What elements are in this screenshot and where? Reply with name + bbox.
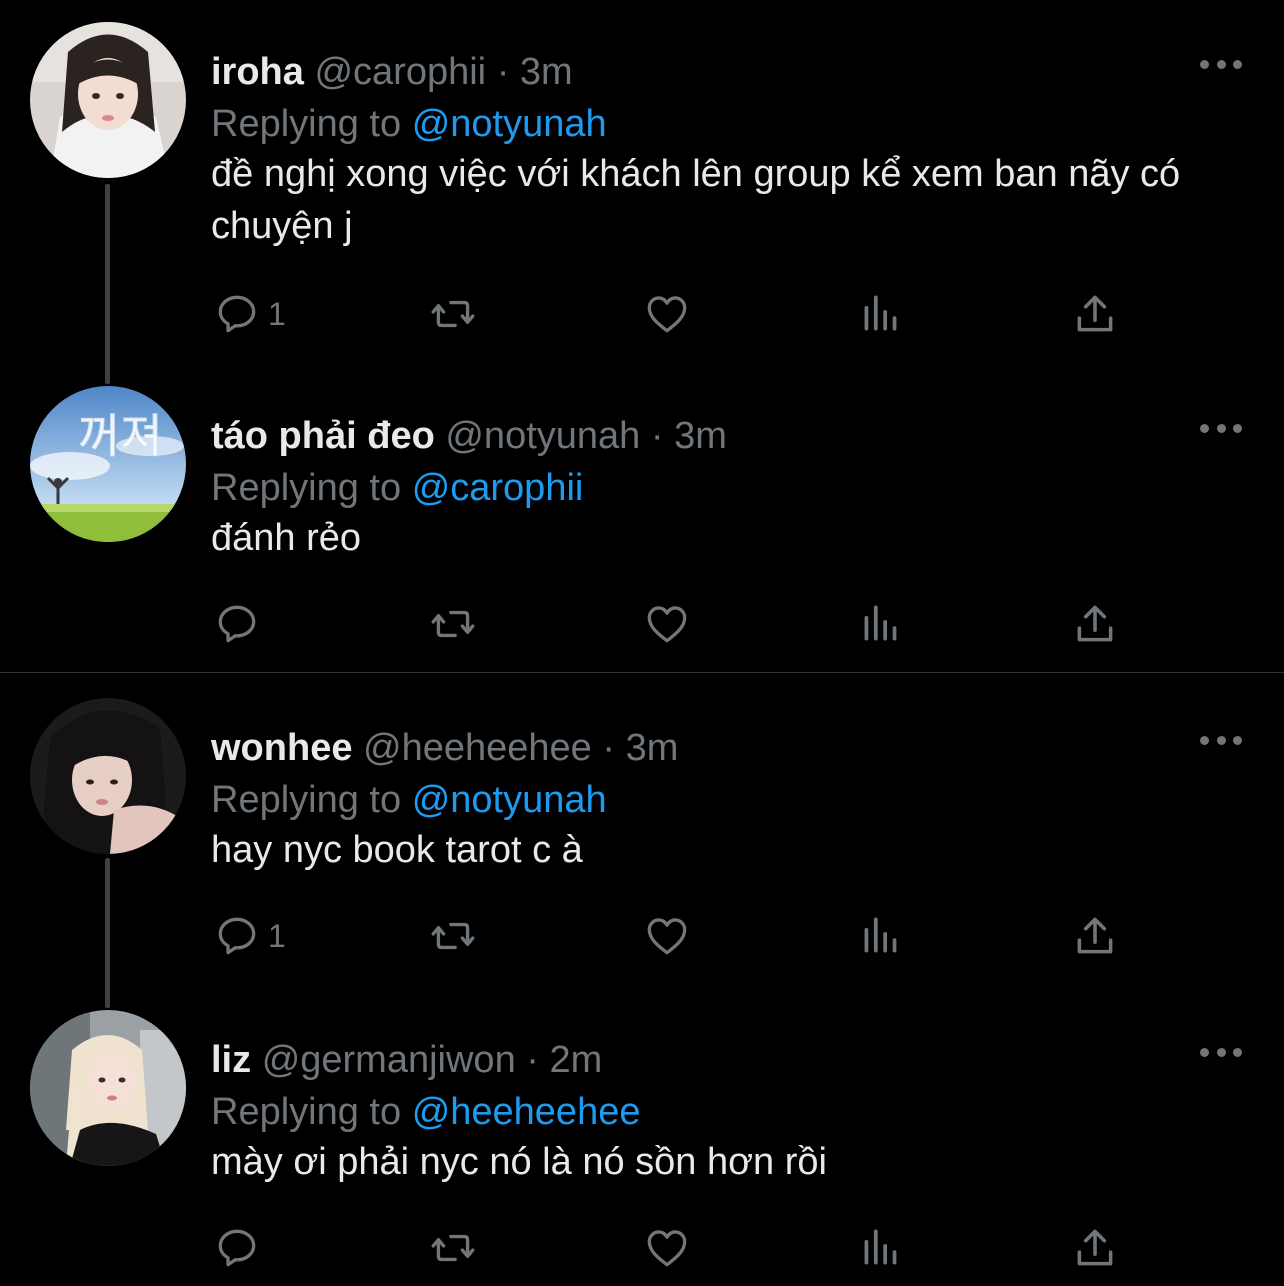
like-button[interactable] xyxy=(642,594,692,654)
views-button[interactable] xyxy=(856,594,906,654)
avatar[interactable] xyxy=(30,1010,186,1166)
views-icon xyxy=(864,1229,897,1265)
action-bar xyxy=(0,594,1284,654)
display-name[interactable]: wonhee xyxy=(211,727,352,769)
reply-icon xyxy=(218,1229,256,1267)
like-icon xyxy=(647,918,687,955)
action-bar: 1 xyxy=(0,284,1284,344)
reply-count: 1 xyxy=(268,917,286,954)
like-icon xyxy=(647,296,687,333)
share-icon xyxy=(1077,917,1113,954)
like-button[interactable] xyxy=(642,284,692,344)
avatar[interactable] xyxy=(30,22,186,178)
separator-dot: · xyxy=(650,415,664,457)
views-button[interactable] xyxy=(856,1218,906,1278)
share-icon xyxy=(1077,295,1113,332)
more-icon[interactable] xyxy=(1200,730,1242,750)
views-button[interactable] xyxy=(856,284,906,344)
reply-count: 1 xyxy=(268,295,286,332)
reply-icon xyxy=(218,295,256,333)
replying-label: Replying to xyxy=(211,103,402,145)
separator-dot: · xyxy=(602,727,616,769)
tweet[interactable]: 꺼져 táo phải đeo @notyunah · 3m Replying … xyxy=(0,386,1284,656)
share-button[interactable] xyxy=(1070,1218,1120,1278)
handle[interactable]: @heeheehee xyxy=(363,727,592,769)
replying-label: Replying to xyxy=(211,1091,402,1133)
retweet-icon xyxy=(431,300,475,328)
avatar[interactable] xyxy=(30,698,186,854)
separator-dot: · xyxy=(526,1039,539,1081)
tweet-text: hay nyc book tarot c à xyxy=(211,829,583,871)
timestamp[interactable]: 2m xyxy=(549,1039,602,1081)
share-button[interactable] xyxy=(1070,284,1120,344)
reply-button[interactable] xyxy=(212,1218,268,1278)
share-button[interactable] xyxy=(1070,594,1120,654)
mention-link[interactable]: @notyunah xyxy=(412,779,607,821)
views-icon xyxy=(864,917,897,953)
tweet-text: mày ơi phải nyc nó là nó sồn hơn rồi xyxy=(211,1141,827,1183)
views-icon xyxy=(864,605,897,641)
like-button[interactable] xyxy=(642,1218,692,1278)
tweet-text: đánh rẻo xyxy=(211,517,362,559)
like-icon xyxy=(647,606,687,643)
handle[interactable]: @carophii xyxy=(314,51,486,93)
share-icon xyxy=(1077,1229,1113,1266)
handle[interactable]: @notyunah xyxy=(445,415,640,457)
views-button[interactable] xyxy=(856,906,906,966)
reply-icon xyxy=(218,917,256,955)
display-name[interactable]: iroha xyxy=(211,51,304,93)
timestamp[interactable]: 3m xyxy=(626,727,679,769)
retweet-button[interactable] xyxy=(428,906,478,966)
share-button[interactable] xyxy=(1070,906,1120,966)
retweet-icon xyxy=(431,610,475,638)
more-icon[interactable] xyxy=(1200,1042,1242,1062)
views-icon xyxy=(864,295,897,331)
tweet[interactable]: wonhee @heeheehee · 3m Replying to @noty… xyxy=(0,698,1284,988)
retweet-button[interactable] xyxy=(428,1218,478,1278)
retweet-button[interactable] xyxy=(428,284,478,344)
timestamp[interactable]: 3m xyxy=(520,51,573,93)
separator-dot: · xyxy=(496,51,510,93)
more-icon[interactable] xyxy=(1200,418,1242,438)
reply-button[interactable]: 1 xyxy=(212,284,286,344)
display-name[interactable]: táo phải đeo xyxy=(211,415,435,457)
action-bar xyxy=(0,1218,1284,1278)
replying-label: Replying to xyxy=(211,779,402,821)
avatar[interactable]: 꺼져 xyxy=(30,386,186,542)
reply-icon xyxy=(218,605,256,643)
tweet[interactable]: liz @germanjiwon · 2m Replying to @heehe… xyxy=(0,1010,1284,1286)
tweet-text: đề nghị xong việc với khách lên group kể… xyxy=(211,153,1181,247)
mention-link[interactable]: @heeheehee xyxy=(412,1091,641,1133)
tweet[interactable]: iroha @carophii · 3m Replying to @notyun… xyxy=(0,22,1284,342)
like-icon xyxy=(647,1230,687,1267)
handle[interactable]: @germanjiwon xyxy=(262,1039,516,1081)
mention-link[interactable]: @notyunah xyxy=(412,103,607,145)
thread-divider xyxy=(0,672,1284,673)
display-name[interactable]: liz xyxy=(211,1039,251,1081)
reply-button[interactable] xyxy=(212,594,268,654)
mention-link[interactable]: @carophii xyxy=(412,467,584,509)
retweet-icon xyxy=(431,922,475,950)
retweet-icon xyxy=(431,1234,475,1262)
reply-button[interactable]: 1 xyxy=(212,906,286,966)
timestamp[interactable]: 3m xyxy=(674,415,727,457)
avatar-text: 꺼져 xyxy=(78,409,163,463)
action-bar: 1 xyxy=(0,906,1284,966)
share-icon xyxy=(1077,605,1113,642)
retweet-button[interactable] xyxy=(428,594,478,654)
like-button[interactable] xyxy=(642,906,692,966)
replying-label: Replying to xyxy=(211,467,402,509)
more-icon[interactable] xyxy=(1200,54,1242,74)
